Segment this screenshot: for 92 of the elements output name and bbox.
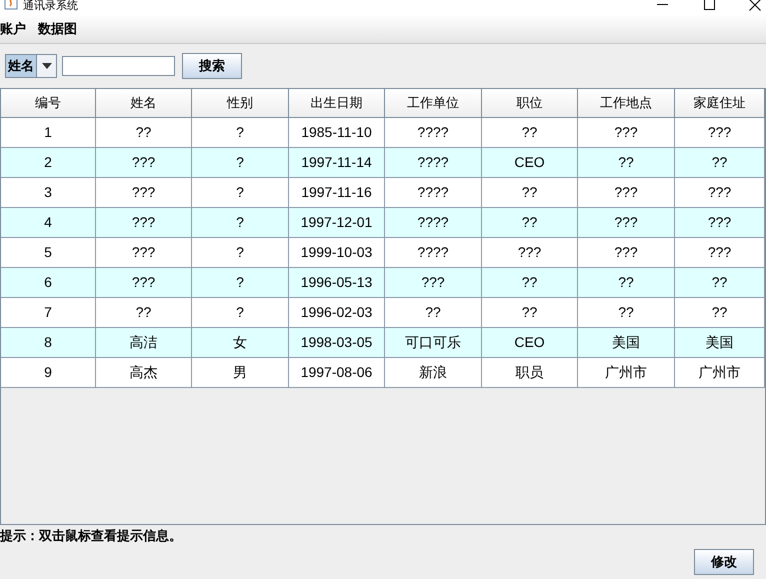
table-cell: ??? — [578, 208, 675, 237]
table-cell: 高洁 — [96, 328, 192, 357]
table-cell: ?? — [482, 298, 578, 327]
table-cell: ??? — [675, 238, 765, 267]
table-cell: 1985-11-10 — [289, 118, 385, 147]
table-cell: ???? — [385, 118, 482, 147]
search-field-dropdown[interactable]: 姓名 — [5, 54, 57, 78]
table-cell: 8 — [1, 328, 96, 357]
table-cell: ? — [192, 298, 289, 327]
column-header[interactable]: 性别 — [192, 89, 289, 117]
column-header[interactable]: 姓名 — [96, 89, 192, 117]
table-cell: 4 — [1, 208, 96, 237]
table-cell: ? — [192, 178, 289, 207]
table-cell: ?? — [482, 178, 578, 207]
table-cell: 1999-10-03 — [289, 238, 385, 267]
table-cell: ??? — [96, 238, 192, 267]
table-cell: 5 — [1, 238, 96, 267]
table-cell: ??? — [675, 118, 765, 147]
table-cell: ?? — [385, 298, 482, 327]
table-cell: ? — [192, 148, 289, 177]
table-cell: ??? — [96, 148, 192, 177]
table-cell: ??? — [96, 208, 192, 237]
maximize-icon[interactable] — [704, 0, 715, 10]
search-button[interactable]: 搜索 — [182, 53, 242, 79]
table-cell: ?? — [482, 208, 578, 237]
search-input[interactable] — [62, 56, 175, 76]
table-cell: ??? — [578, 238, 675, 267]
table-cell: ??? — [578, 178, 675, 207]
table-cell: ??? — [96, 268, 192, 297]
table-cell: 7 — [1, 298, 96, 327]
menu-item[interactable]: 账户 — [0, 18, 26, 38]
minimize-icon[interactable] — [657, 4, 668, 6]
column-header[interactable]: 编号 — [1, 89, 96, 117]
table-cell: 新浪 — [385, 358, 482, 387]
table-cell: ?? — [675, 298, 765, 327]
table-cell: 男 — [192, 358, 289, 387]
column-header[interactable]: 工作单位 — [385, 89, 482, 117]
table-cell: ??? — [675, 178, 765, 207]
table-cell: ???? — [385, 178, 482, 207]
table-cell: ?? — [482, 118, 578, 147]
table-cell: 广州市 — [675, 358, 765, 387]
table-cell: 美国 — [578, 328, 675, 357]
table-cell: 1998-03-05 — [289, 328, 385, 357]
table-cell: ? — [192, 268, 289, 297]
table-cell: 1996-02-03 — [289, 298, 385, 327]
table-cell: 1997-11-14 — [289, 148, 385, 177]
table-cell: 9 — [1, 358, 96, 387]
table-cell: 可口可乐 — [385, 328, 482, 357]
close-icon[interactable] — [749, 0, 761, 11]
table-cell: ??? — [96, 178, 192, 207]
table-cell: 1997-12-01 — [289, 208, 385, 237]
table-cell: ??? — [385, 268, 482, 297]
table-cell: 女 — [192, 328, 289, 357]
table-cell: ? — [192, 118, 289, 147]
table-cell: 职员 — [482, 358, 578, 387]
table-cell: ???? — [385, 208, 482, 237]
table-cell: 高杰 — [96, 358, 192, 387]
column-header[interactable]: 家庭住址 — [675, 89, 765, 117]
table-cell: 6 — [1, 268, 96, 297]
hint-text: 提示：双击鼠标查看提示信息。 — [0, 526, 182, 545]
table-cell: 1996-05-13 — [289, 268, 385, 297]
table-cell: CEO — [482, 328, 578, 357]
column-header[interactable]: 工作地点 — [578, 89, 675, 117]
edit-button[interactable]: 修改 — [694, 549, 754, 575]
table-cell: 1997-08-06 — [289, 358, 385, 387]
table-cell: ?? — [578, 148, 675, 177]
table-cell: ??? — [482, 238, 578, 267]
table-cell: ?? — [96, 298, 192, 327]
table-cell: ?? — [96, 118, 192, 147]
window-title: 通讯录系统 — [23, 0, 78, 13]
table-cell: CEO — [482, 148, 578, 177]
table-cell: 3 — [1, 178, 96, 207]
table-cell: 1997-11-16 — [289, 178, 385, 207]
column-header[interactable]: 出生日期 — [289, 89, 385, 117]
table-cell: 广州市 — [578, 358, 675, 387]
table-cell: 美国 — [675, 328, 765, 357]
table-cell: ?? — [578, 298, 675, 327]
table-cell: 1 — [1, 118, 96, 147]
table-cell: ??? — [578, 118, 675, 147]
table-cell: ? — [192, 208, 289, 237]
column-header[interactable]: 职位 — [482, 89, 578, 117]
table-cell: ?? — [482, 268, 578, 297]
table-cell: ?? — [675, 268, 765, 297]
table-cell: 2 — [1, 148, 96, 177]
caret-icon — [42, 63, 52, 69]
table-cell: ?? — [578, 268, 675, 297]
table-cell: ? — [192, 238, 289, 267]
table-cell: ???? — [385, 238, 482, 267]
table-cell: ?? — [675, 148, 765, 177]
table-cell: ??? — [675, 208, 765, 237]
table-cell: ???? — [385, 148, 482, 177]
menu-item[interactable]: 数据图 — [38, 18, 77, 38]
